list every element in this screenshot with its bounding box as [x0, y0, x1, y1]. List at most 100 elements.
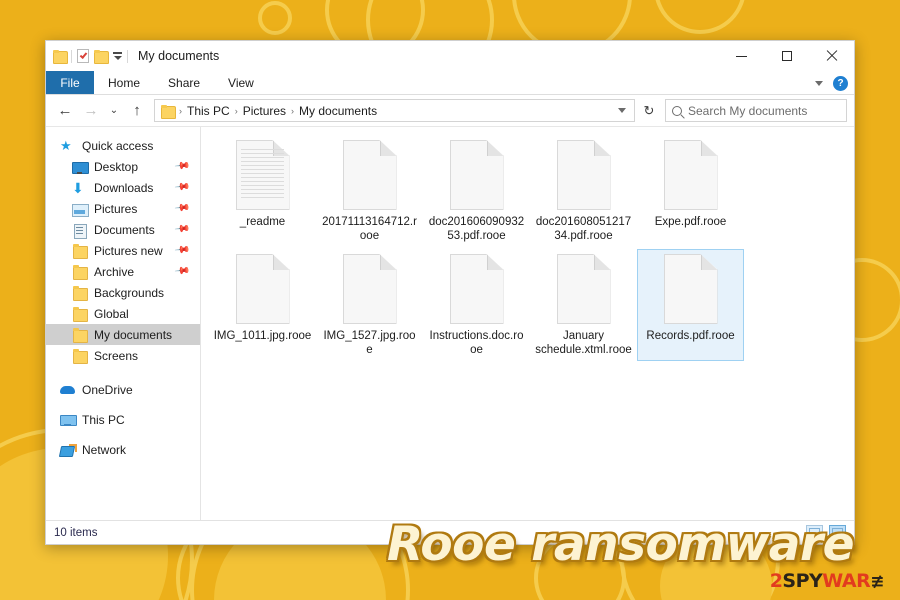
toolbar-divider [71, 49, 72, 63]
blank-file-icon [342, 254, 397, 324]
blank-file-icon [449, 254, 504, 324]
file-item-readme[interactable]: _readme [209, 135, 316, 247]
chevron-down-icon[interactable] [815, 80, 823, 86]
window-body: ★ Quick access Desktop 📌 ⬇ Downloads 📌 P… [46, 127, 854, 520]
folder-icon[interactable] [53, 50, 68, 64]
file-item-2[interactable]: doc20160609093253.pdf.rooe [423, 135, 530, 247]
blank-file-icon [663, 140, 718, 210]
sidebar-item-archive[interactable]: Archive 📌 [46, 261, 200, 282]
minimize-icon [736, 55, 747, 57]
file-name: Records.pdf.rooe [646, 330, 735, 342]
pin-icon: 📌 [173, 242, 191, 259]
sidebar-group-quick-access[interactable]: ★ Quick access [46, 135, 200, 156]
blank-file-icon [556, 254, 611, 324]
tab-file[interactable]: File [46, 71, 94, 94]
file-grid: _readme 20171113164712.rooe doc201606090… [209, 135, 850, 363]
blank-file-icon [663, 254, 718, 324]
details-view-button[interactable] [806, 525, 823, 541]
file-explorer-window: My documents File Home Share View ? ← → … [45, 40, 855, 545]
properties-icon[interactable] [77, 49, 89, 63]
sidebar-item-global[interactable]: Global [46, 303, 200, 324]
file-list-pane[interactable]: _readme 20171113164712.rooe doc201606090… [201, 127, 854, 520]
file-name: 20171113164712.rooe [322, 216, 417, 242]
large-icons-view-button[interactable] [829, 525, 846, 541]
document-icon [72, 223, 87, 239]
forward-button[interactable]: → [79, 99, 103, 123]
breadcrumb-item-pictures[interactable]: Pictures [241, 104, 288, 118]
maximize-button[interactable] [764, 41, 809, 71]
up-button[interactable]: ↑ [125, 99, 149, 123]
sidebar-item-screens[interactable]: Screens [46, 345, 200, 366]
sidebar-item-label: Screens [94, 348, 139, 363]
view-mode-buttons [806, 521, 846, 544]
sidebar-item-label: Downloads [94, 180, 154, 195]
network-icon [60, 443, 77, 457]
chevron-down-icon [618, 108, 626, 113]
sidebar-item-label: OneDrive [82, 382, 133, 397]
file-name: Expe.pdf.rooe [654, 216, 727, 228]
file-item-4[interactable]: Expe.pdf.rooe [637, 135, 744, 247]
breadcrumb-separator-0: › [179, 105, 182, 116]
breadcrumb[interactable]: › This PC › Pictures › My documents [154, 99, 635, 122]
recent-locations-button[interactable]: ⌄ [105, 99, 123, 123]
help-icon[interactable]: ? [833, 75, 848, 91]
file-item-3[interactable]: doc20160805121734.pdf.rooe [530, 135, 637, 247]
blank-file-icon [235, 254, 290, 324]
sidebar-group-label: Quick access [82, 138, 154, 153]
file-name: IMG_1527.jpg.rooe [323, 330, 416, 356]
file-item-7[interactable]: Instructions.doc.rooe [423, 249, 530, 361]
toolbar-divider-2 [127, 49, 128, 63]
new-folder-icon[interactable] [94, 50, 109, 64]
status-bar: 10 items [46, 520, 854, 544]
file-name: January schedule.xtml.rooe [535, 330, 632, 356]
sidebar-item-my-documents[interactable]: My documents [46, 324, 200, 345]
breadcrumb-item-this-pc[interactable]: This PC [185, 104, 232, 118]
item-count-label: 10 items [54, 526, 98, 539]
folder-icon [72, 306, 88, 322]
customize-caret-icon[interactable] [112, 52, 122, 60]
refresh-button[interactable]: ↻ [637, 99, 661, 122]
breadcrumb-dropdown-button[interactable] [614, 108, 630, 113]
file-name: doc20160805121734.pdf.rooe [535, 216, 632, 242]
file-item-6[interactable]: IMG_1527.jpg.rooe [316, 249, 423, 361]
sidebar-item-downloads[interactable]: ⬇ Downloads 📌 [46, 177, 200, 198]
sidebar-item-desktop[interactable]: Desktop 📌 [46, 156, 200, 177]
quick-access-toolbar [53, 49, 128, 64]
search-icon [672, 105, 682, 116]
file-item-5[interactable]: IMG_1011.jpg.rooe [209, 249, 316, 361]
folder-icon [72, 264, 88, 280]
file-item-records-selected[interactable]: Records.pdf.rooe [637, 249, 744, 361]
sidebar-item-pictures-new[interactable]: Pictures new 📌 [46, 240, 200, 261]
sidebar-item-label: Network [82, 442, 127, 457]
sidebar-item-onedrive[interactable]: OneDrive [46, 379, 200, 400]
sidebar-item-label: Pictures new [94, 243, 163, 258]
close-button[interactable] [809, 41, 854, 71]
tab-share[interactable]: Share [154, 71, 214, 94]
ribbon-tab-bar: File Home Share View ? [46, 71, 854, 95]
tab-home[interactable]: Home [94, 71, 154, 94]
folder-icon [72, 327, 88, 343]
sidebar-item-backgrounds[interactable]: Backgrounds [46, 282, 200, 303]
sidebar-item-this-pc[interactable]: This PC [46, 409, 200, 430]
back-button[interactable]: ← [53, 99, 77, 123]
minimize-button[interactable] [719, 41, 764, 71]
file-item-1[interactable]: 20171113164712.rooe [316, 135, 423, 247]
sidebar-item-label: This PC [82, 412, 125, 427]
blank-file-icon [449, 140, 504, 210]
breadcrumb-item-my-documents[interactable]: My documents [297, 104, 379, 118]
sidebar-item-network[interactable]: Network [46, 439, 200, 460]
file-name: _readme [239, 216, 286, 228]
sidebar-item-label: Documents [94, 222, 155, 237]
search-input[interactable]: Search My documents [688, 104, 807, 118]
navigation-pane: ★ Quick access Desktop 📌 ⬇ Downloads 📌 P… [46, 127, 201, 520]
breadcrumb-separator-1: › [234, 105, 238, 116]
pin-icon: 📌 [173, 200, 191, 217]
breadcrumb-folder-icon [161, 104, 176, 119]
cloud-icon [60, 383, 75, 397]
file-item-8[interactable]: January schedule.xtml.rooe [530, 249, 637, 361]
sidebar-item-pictures[interactable]: Pictures 📌 [46, 198, 200, 219]
tab-view[interactable]: View [214, 71, 268, 94]
sidebar-item-label: Desktop [94, 159, 139, 174]
search-box[interactable]: Search My documents [665, 99, 847, 122]
sidebar-item-documents[interactable]: Documents 📌 [46, 219, 200, 240]
